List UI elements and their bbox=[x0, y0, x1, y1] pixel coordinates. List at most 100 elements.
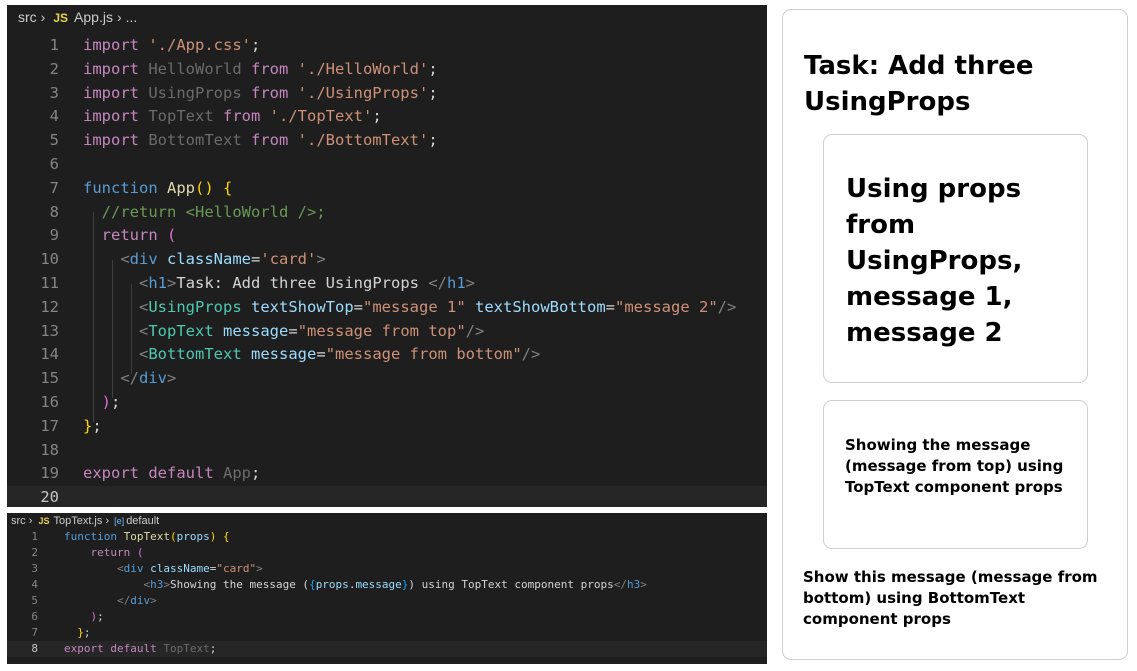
breadcrumb: src › JS App.js ›... bbox=[7, 5, 767, 29]
code-editor-app-js[interactable]: src › JS App.js ›... 1 import './App.css'; 2 im… bbox=[7, 5, 767, 507]
code-editor-toptext-js[interactable]: src › JS TopText.js › [e] default 1 functio… bbox=[7, 513, 767, 664]
breadcrumb-folder[interactable]: src bbox=[11, 515, 26, 527]
chevron-right-icon: › bbox=[25, 515, 36, 527]
code-token: function bbox=[83, 178, 158, 197]
code-token: h3 bbox=[626, 578, 641, 591]
code-token: message bbox=[223, 321, 289, 340]
breadcrumb-file[interactable]: App.js bbox=[74, 9, 113, 25]
line-number: 6 bbox=[31, 610, 38, 623]
code-token: from bbox=[250, 59, 289, 78]
code-line[interactable]: 1 import './App.css'; bbox=[7, 34, 767, 58]
code-token: < bbox=[139, 321, 149, 340]
code-token: import bbox=[83, 59, 139, 78]
code-area[interactable]: 1 import './App.css'; 2 import HelloWorld f… bbox=[7, 34, 767, 507]
code-token: > bbox=[163, 578, 170, 591]
code-line[interactable]: 4 import TopText from './TopText'; bbox=[7, 105, 767, 129]
line-number: 3 bbox=[31, 562, 38, 575]
code-token: h1 bbox=[447, 273, 466, 292]
code-line[interactable]: 12 <UsingProps textShowTop="message 1" t… bbox=[7, 296, 767, 320]
code-token: "message 1" bbox=[363, 297, 466, 316]
code-line[interactable]: 19 export default App; bbox=[7, 462, 767, 486]
code-token: TopText bbox=[123, 530, 170, 543]
line-number: 2 bbox=[31, 546, 38, 559]
indent-guide bbox=[112, 260, 113, 398]
code-token: = bbox=[251, 250, 261, 269]
code-line[interactable]: 7 function App() { bbox=[7, 177, 767, 201]
line-number: 12 bbox=[40, 297, 59, 316]
code-token: from bbox=[250, 131, 289, 150]
code-token: ; bbox=[251, 464, 261, 483]
code-line[interactable]: 3 <div className="card"> bbox=[7, 561, 767, 577]
code-line[interactable]: 18 bbox=[7, 439, 767, 463]
line-number: 11 bbox=[40, 273, 59, 292]
code-line[interactable]: 7 }; bbox=[7, 625, 767, 641]
code-line[interactable]: 4 <h3>Showing the message ({props.messag… bbox=[7, 577, 767, 593]
code-line[interactable]: 16 ); bbox=[7, 391, 767, 415]
code-line[interactable]: 20 bbox=[7, 486, 767, 507]
code-token: ) using TopText component props bbox=[408, 578, 614, 591]
code-token: from bbox=[223, 107, 261, 126]
code-token: = bbox=[353, 297, 364, 316]
code-token: ( bbox=[136, 546, 144, 559]
code-area[interactable]: 1 function TopText(props) {2 return (3 <d… bbox=[7, 529, 767, 657]
code-line[interactable]: 6 ); bbox=[7, 609, 767, 625]
code-line[interactable]: 2 import HelloWorld from './HelloWorld'; bbox=[7, 58, 767, 82]
chevron-right-icon: › bbox=[116, 9, 122, 25]
code-token: className bbox=[167, 250, 252, 269]
code-line[interactable]: 1 function TopText(props) { bbox=[7, 529, 767, 545]
javascript-file-icon: JS bbox=[53, 11, 69, 25]
top-text-card: Showing the message (message from top) u… bbox=[823, 400, 1088, 549]
code-token: function bbox=[64, 530, 117, 543]
code-token: { bbox=[309, 578, 316, 591]
code-line[interactable]: 8 export default TopText; bbox=[7, 641, 767, 657]
code-line[interactable]: 14 <BottomText message="message from bot… bbox=[7, 343, 767, 367]
line-number: 15 bbox=[40, 369, 59, 388]
code-token: div bbox=[129, 250, 158, 269]
code-line[interactable]: 2 return ( bbox=[7, 545, 767, 561]
breadcrumb-file[interactable]: TopText.js bbox=[53, 515, 102, 527]
code-token: UsingProps bbox=[148, 297, 242, 316]
code-token: = bbox=[605, 297, 616, 316]
code-line[interactable]: 5 </div> bbox=[7, 593, 767, 609]
symbol-variable-icon: [e] bbox=[114, 516, 125, 526]
code-line[interactable]: 5 import BottomText from './BottomText'; bbox=[7, 129, 767, 153]
breadcrumb-symbol[interactable]: default bbox=[126, 515, 159, 527]
code-token: import bbox=[83, 107, 139, 126]
code-token: TopText bbox=[139, 107, 223, 126]
code-line[interactable]: 13 <TopText message="message from top"/> bbox=[7, 320, 767, 344]
breadcrumb-more[interactable]: ... bbox=[126, 9, 138, 25]
code-line[interactable]: 11 <h1>Task: Add three UsingProps </h1> bbox=[7, 272, 767, 296]
code-token: /> bbox=[521, 345, 541, 364]
code-line[interactable]: 15 </div> bbox=[7, 367, 767, 391]
code-token: export bbox=[83, 464, 139, 483]
code-token: import bbox=[83, 131, 139, 150]
code-line[interactable]: 9 return ( bbox=[7, 224, 767, 248]
code-line[interactable]: 17}; bbox=[7, 415, 767, 439]
indent-guide bbox=[131, 284, 132, 374]
code-token: './HelloWorld' bbox=[297, 59, 429, 78]
code-token: ; bbox=[83, 626, 91, 639]
code-token: return bbox=[101, 226, 158, 245]
code-line[interactable]: 8 //return <HelloWorld />; bbox=[7, 201, 767, 225]
code-line[interactable]: 3 import UsingProps from './UsingProps'; bbox=[7, 82, 767, 106]
code-token: Showing the message ( bbox=[169, 578, 310, 591]
breadcrumb-folder[interactable]: src bbox=[18, 9, 37, 25]
code-token: UsingProps bbox=[139, 83, 251, 102]
code-line[interactable]: 10 <div className='card'> bbox=[7, 248, 767, 272]
code-line[interactable]: 6 bbox=[7, 153, 767, 177]
code-token: import bbox=[83, 36, 139, 54]
code-token: from bbox=[250, 83, 289, 102]
code-token: export bbox=[64, 642, 104, 655]
code-token: HelloWorld bbox=[139, 59, 251, 78]
